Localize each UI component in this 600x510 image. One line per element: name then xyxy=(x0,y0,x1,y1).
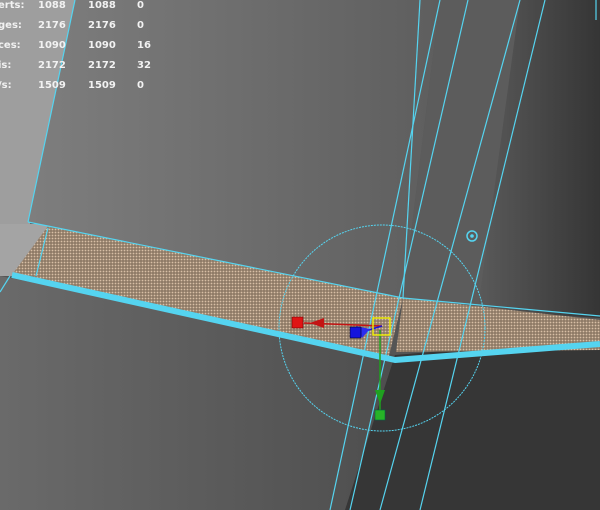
pivot-marker-dot xyxy=(470,234,474,238)
hud-verts-value-1: 1088 xyxy=(38,0,66,11)
viewport-scene[interactable] xyxy=(0,0,600,510)
hud-tris-value-1: 2172 xyxy=(38,60,66,71)
hud-verts-value-2: 1088 xyxy=(88,0,116,11)
hud-edges-value-1: 2176 xyxy=(38,20,66,31)
x-handle-icon[interactable] xyxy=(291,316,304,329)
hud-uvs-value-2: 1509 xyxy=(88,80,116,91)
y-handle-icon[interactable] xyxy=(374,409,386,421)
hud-uvs-value-1: 1509 xyxy=(38,80,66,91)
hud-verts-value-3: 0 xyxy=(137,0,144,11)
hud-faces-value-3: 16 xyxy=(137,40,151,51)
hud-edges-value-2: 2176 xyxy=(88,20,116,31)
3d-viewport[interactable]: erts: 1088 1088 0 ges: 2176 2176 0 ces: … xyxy=(0,0,600,510)
hud-faces-value-2: 1090 xyxy=(88,40,116,51)
hud-tris-value-2: 2172 xyxy=(88,60,116,71)
z-handle-icon[interactable] xyxy=(349,326,362,339)
hud-tris-value-3: 32 xyxy=(137,60,151,71)
hud-edges-value-3: 0 xyxy=(137,20,144,31)
hud-uvs-value-3: 0 xyxy=(137,80,144,91)
hud-faces-value-1: 1090 xyxy=(38,40,66,51)
